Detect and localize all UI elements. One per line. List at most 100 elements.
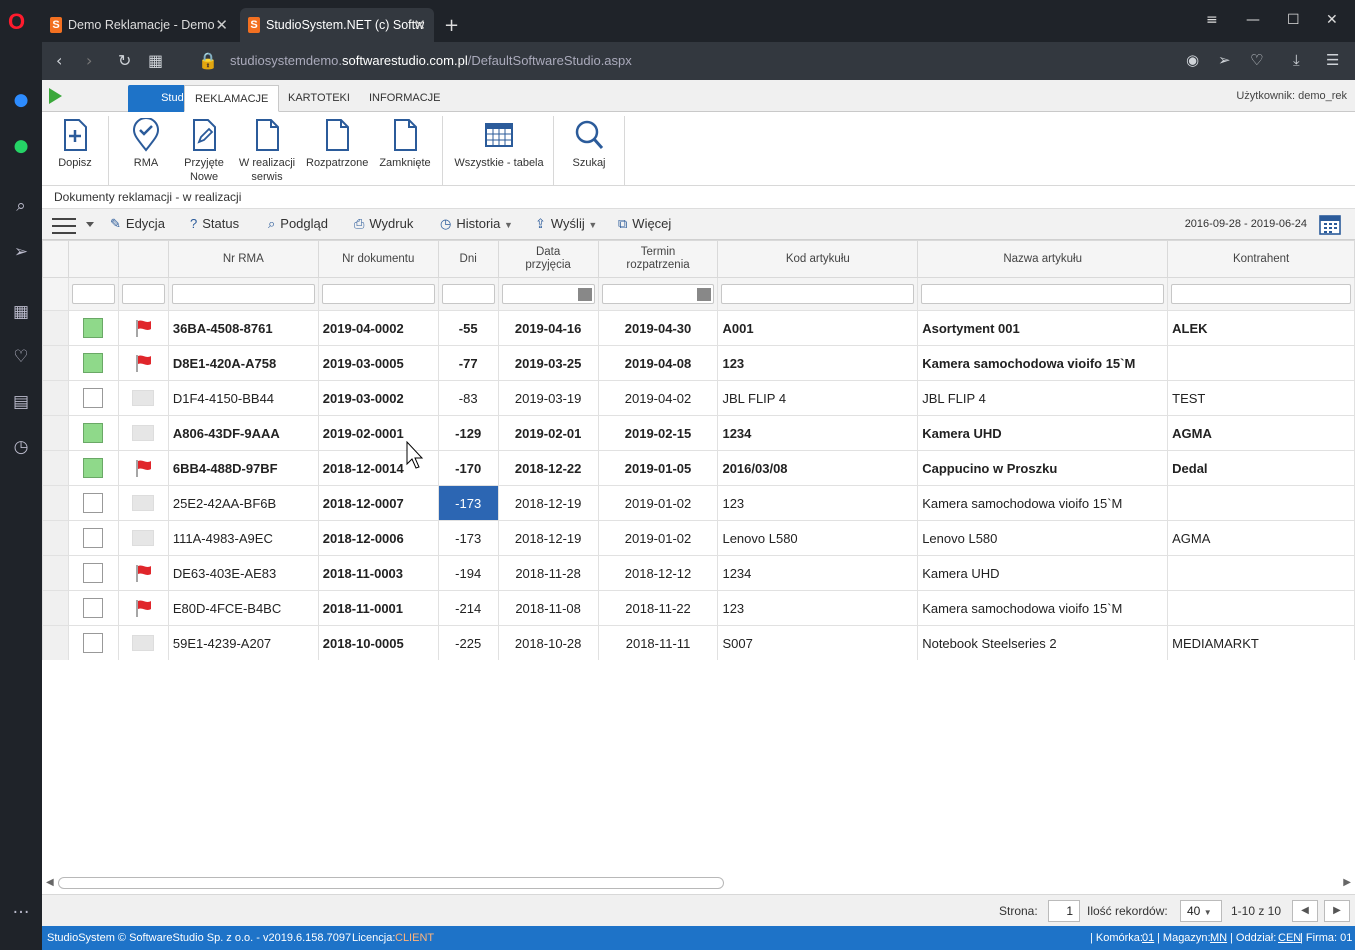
wszystkie-tabela-button[interactable]: Wszystkie - tabela <box>454 118 544 170</box>
filter-input[interactable] <box>1171 284 1351 304</box>
minimize-icon[interactable]: — <box>1246 12 1260 28</box>
cell-nr-dokumentu[interactable]: 2019-04-0002 <box>317 310 439 346</box>
table-row[interactable]: 25E2-42AA-BF6B 2018-12-0007 -173 2018-12-19… <box>42 485 1355 521</box>
cell-nazwa[interactable]: Kamera samochodowa vioifo 15`M <box>917 590 1169 626</box>
table-row[interactable]: E80D-4FCE-B4BC 2018-11-0001 -214 2018-11-08… <box>42 590 1355 626</box>
cell-nr-dokumentu[interactable]: 2019-03-0005 <box>317 345 439 381</box>
cell-termin[interactable]: 2019-01-02 <box>597 485 719 521</box>
cell-termin[interactable]: 2019-02-15 <box>597 415 719 451</box>
cell-dni[interactable]: -194 <box>437 555 499 591</box>
calendar-icon[interactable] <box>697 288 712 301</box>
cell-kod[interactable]: 123 <box>717 485 919 521</box>
oddzial-link[interactable]: CEN <box>1278 932 1301 944</box>
cell-data-przyjecia[interactable]: 2019-03-25 <box>497 345 599 381</box>
cell-kontrahent[interactable]: ALEK <box>1167 310 1355 346</box>
table-row[interactable]: 59E1-4239-A207 2018-10-0005 -225 2018-10-28… <box>42 625 1355 660</box>
cell-dni[interactable]: -173 <box>437 485 499 521</box>
row-header-cell[interactable] <box>42 415 69 451</box>
back-icon[interactable]: ‹ <box>56 51 62 70</box>
cell-nazwa[interactable]: JBL FLIP 4 <box>917 380 1169 416</box>
checkbox-cell[interactable] <box>67 310 119 346</box>
row-header-cell[interactable] <box>42 520 69 556</box>
row-header-cell[interactable] <box>42 555 69 591</box>
column-header-kontrahent[interactable]: Kontrahent <box>1167 240 1355 278</box>
cell-kod[interactable]: 2016/03/08 <box>717 450 919 486</box>
row-checkbox[interactable] <box>83 353 104 373</box>
cell-kod[interactable]: S007 <box>717 625 919 660</box>
wydruk-button[interactable]: ⎙ Wydruk <box>354 216 413 232</box>
checkbox-cell[interactable] <box>67 520 119 556</box>
checkbox-cell[interactable] <box>67 415 119 451</box>
flag-cell[interactable] <box>117 450 169 486</box>
table-row[interactable]: D1F4-4150-BB44 2019-03-0002 -83 2019-03-19 2… <box>42 380 1355 416</box>
cell-kod[interactable]: 1234 <box>717 415 919 451</box>
row-checkbox[interactable] <box>83 318 104 338</box>
cell-dni[interactable]: -214 <box>437 590 499 626</box>
filter-input[interactable] <box>121 284 165 304</box>
cell-nazwa[interactable]: Kamera UHD <box>917 415 1169 451</box>
podglad-button[interactable]: ⌕ Podgląd <box>268 216 328 232</box>
filter-input[interactable] <box>71 284 115 304</box>
cell-data-przyjecia[interactable]: 2018-11-28 <box>497 555 599 591</box>
next-page-icon[interactable]: ▶ <box>1324 900 1350 922</box>
table-row[interactable]: D8E1-420A-A758 2019-03-0005 -77 2019-03-25 2… <box>42 345 1355 381</box>
row-checkbox[interactable] <box>83 423 104 443</box>
cell-dni[interactable]: -129 <box>437 415 499 451</box>
rma-button[interactable]: RMA <box>126 118 166 170</box>
checkbox-cell[interactable] <box>67 345 119 381</box>
search-icon[interactable]: ⌕ <box>10 196 32 218</box>
tab-menu-icon[interactable]: ≡ <box>1206 12 1218 28</box>
tab-kartoteki[interactable]: KARTOTEKI <box>278 85 360 112</box>
edycja-button[interactable]: ✎ Edycja <box>110 216 165 232</box>
cell-kontrahent[interactable] <box>1167 590 1355 626</box>
cell-nazwa[interactable]: Kamera UHD <box>917 555 1169 591</box>
cell-data-przyjecia[interactable]: 2019-02-01 <box>497 415 599 451</box>
speed-dial-icon[interactable]: ▦ <box>10 302 32 324</box>
row-header-cell[interactable] <box>42 485 69 521</box>
table-row[interactable]: 111A-4983-A9EC 2018-12-0006 -173 2018-12-19… <box>42 520 1355 556</box>
tab-reklamacje[interactable]: REKLAMACJE <box>184 85 280 112</box>
row-header-cell[interactable] <box>42 450 69 486</box>
prev-page-icon[interactable]: ◀ <box>1292 900 1318 922</box>
row-header-cell[interactable] <box>42 625 69 660</box>
column-header-nr-rma[interactable]: Nr RMA <box>167 240 319 278</box>
chevron-down-icon[interactable] <box>86 222 94 227</box>
column-header-dni[interactable]: Dni <box>437 240 499 278</box>
cell-nazwa[interactable]: Asortyment 001 <box>917 310 1169 346</box>
komorka-value[interactable]: 01 <box>1142 932 1154 944</box>
cell-nr-dokumentu[interactable]: 2019-03-0002 <box>317 380 439 416</box>
w-realizacji-button[interactable]: W realizacji serwis <box>237 118 297 184</box>
column-header-nr-dokumentu[interactable]: Nr dokumentu <box>317 240 439 278</box>
play-icon[interactable] <box>49 88 62 104</box>
snapshot-icon[interactable]: ◉ <box>1186 51 1199 69</box>
cell-dni[interactable]: -173 <box>437 520 499 556</box>
flag-cell[interactable] <box>117 590 169 626</box>
zamkniete-button[interactable]: Zamknięte <box>378 118 432 170</box>
history-icon[interactable]: ◷ <box>10 437 32 459</box>
cell-termin[interactable]: 2019-01-05 <box>597 450 719 486</box>
filter-input[interactable] <box>921 284 1165 304</box>
row-checkbox[interactable] <box>83 528 104 548</box>
cell-nazwa[interactable]: Kamera samochodowa vioifo 15`M <box>917 485 1169 521</box>
cell-dni[interactable]: -77 <box>437 345 499 381</box>
flag-cell[interactable] <box>117 415 169 451</box>
table-row[interactable]: A806-43DF-9AAA 2019-02-0001 -129 2019-02-01… <box>42 415 1355 451</box>
reload-icon[interactable]: ↻ <box>118 51 131 70</box>
cell-data-przyjecia[interactable]: 2018-12-19 <box>497 485 599 521</box>
maximize-icon[interactable]: ☐ <box>1287 12 1300 28</box>
rozpatrzone-button[interactable]: Rozpatrzone <box>306 118 368 170</box>
page-input[interactable]: 1 <box>1048 900 1080 922</box>
cell-kontrahent[interactable]: TEST <box>1167 380 1355 416</box>
cell-nr-rma[interactable]: D8E1-420A-A758 <box>167 345 319 381</box>
cell-dni[interactable]: -170 <box>437 450 499 486</box>
send-icon[interactable]: ➢ <box>10 242 32 264</box>
column-header-termin[interactable]: Termin rozpatrzenia <box>597 240 719 278</box>
cell-data-przyjecia[interactable]: 2019-04-16 <box>497 310 599 346</box>
close-window-icon[interactable]: ✕ <box>1326 12 1338 28</box>
cell-nr-rma[interactable]: E80D-4FCE-B4BC <box>167 590 319 626</box>
table-row[interactable]: DE63-403E-AE83 2018-11-0003 -194 2018-11-28… <box>42 555 1355 591</box>
cell-kontrahent[interactable]: AGMA <box>1167 520 1355 556</box>
status-button[interactable]: ? Status <box>190 216 239 231</box>
flag-cell[interactable] <box>117 555 169 591</box>
cell-termin[interactable]: 2018-12-12 <box>597 555 719 591</box>
